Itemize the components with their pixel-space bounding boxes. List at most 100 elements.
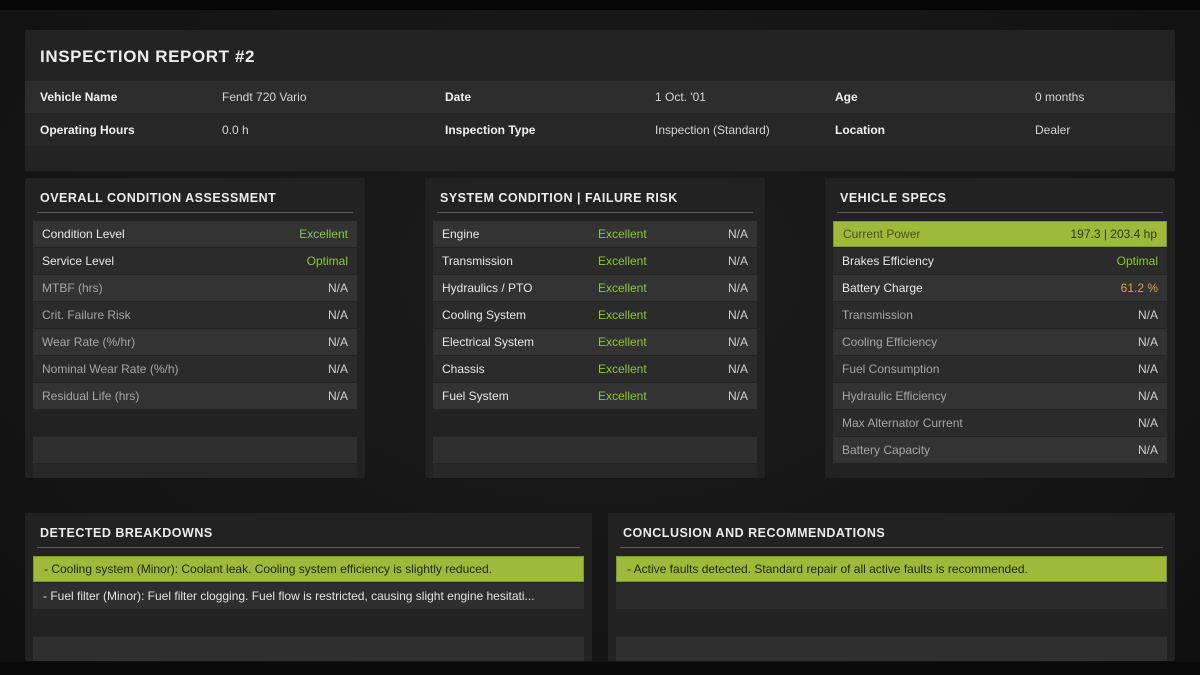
spec-row: Hydraulic Efficiency N/A <box>833 383 1167 409</box>
vehicle-specs-panel: VEHICLE SPECS Current Power 197.3 | 203.… <box>825 178 1175 478</box>
system-row: Cooling System Excellent N/A <box>433 302 757 328</box>
spec-label: Battery Charge <box>842 281 923 295</box>
overall-condition-title: OVERALL CONDITION ASSESSMENT <box>37 191 353 213</box>
location-value: Dealer <box>1035 123 1160 137</box>
system-row: Hydraulics / PTO Excellent N/A <box>433 275 757 301</box>
system-name: Cooling System <box>442 308 598 322</box>
system-row: Transmission Excellent N/A <box>433 248 757 274</box>
vehicle-name-value: Fendt 720 Vario <box>222 90 445 104</box>
inspection-report-page: INSPECTION REPORT #2 Vehicle Name Fendt … <box>0 0 1200 675</box>
system-name: Fuel System <box>442 389 598 403</box>
stat-value: Optimal <box>307 254 348 268</box>
stat-row: Wear Rate (%/hr) N/A <box>33 329 357 355</box>
system-row: Fuel System Excellent N/A <box>433 383 757 409</box>
stat-value: N/A <box>328 281 348 295</box>
system-risk-value: N/A <box>703 281 748 295</box>
date-label: Date <box>445 90 655 104</box>
stat-label: Crit. Failure Risk <box>42 308 131 322</box>
spec-value: N/A <box>1138 443 1158 457</box>
spec-row: Fuel Consumption N/A <box>833 356 1167 382</box>
empty-row <box>33 464 357 478</box>
spec-value: N/A <box>1138 362 1158 376</box>
vehicle-specs-rows: Current Power 197.3 | 203.4 hp Brakes Ef… <box>825 221 1175 463</box>
empty-row <box>616 637 1167 661</box>
age-value: 0 months <box>1035 90 1160 104</box>
system-condition-title: SYSTEM CONDITION | FAILURE RISK <box>437 191 753 213</box>
system-row: Chassis Excellent N/A <box>433 356 757 382</box>
spec-value: N/A <box>1138 416 1158 430</box>
date-value: 1 Oct. '01 <box>655 90 835 104</box>
spec-value: 197.3 | 203.4 hp <box>1070 227 1157 241</box>
overall-condition-rows: Condition Level Excellent Service Level … <box>25 221 365 478</box>
spec-value: N/A <box>1138 335 1158 349</box>
spec-row: Max Alternator Current N/A <box>833 410 1167 436</box>
stat-value: N/A <box>328 335 348 349</box>
location-label: Location <box>835 123 1035 137</box>
spec-label: Hydraulic Efficiency <box>842 389 946 403</box>
stat-label: MTBF (hrs) <box>42 281 103 295</box>
header-row-1: Vehicle Name Fendt 720 Vario Date 1 Oct.… <box>25 81 1175 113</box>
system-condition-value: Excellent <box>598 254 703 268</box>
system-risk-value: N/A <box>703 254 748 268</box>
overall-condition-panel: OVERALL CONDITION ASSESSMENT Condition L… <box>25 178 365 478</box>
report-header-panel: INSPECTION REPORT #2 Vehicle Name Fendt … <box>25 30 1175 171</box>
system-row: Electrical System Excellent N/A <box>433 329 757 355</box>
breakdown-item: - Fuel filter (Minor): Fuel filter clogg… <box>33 583 584 609</box>
header-row-2: Operating Hours 0.0 h Inspection Type In… <box>25 114 1175 146</box>
stat-row: Nominal Wear Rate (%/h) N/A <box>33 356 357 382</box>
system-risk-value: N/A <box>703 308 748 322</box>
bottom-bar <box>0 662 1200 675</box>
system-risk-value: N/A <box>703 362 748 376</box>
empty-row <box>433 437 757 463</box>
system-condition-panel: SYSTEM CONDITION | FAILURE RISK Engine E… <box>425 178 765 478</box>
report-body: OVERALL CONDITION ASSESSMENT Condition L… <box>25 178 1175 478</box>
stat-label: Residual Life (hrs) <box>42 389 139 403</box>
breakdown-item-highlighted: - Cooling system (Minor): Coolant leak. … <box>33 556 584 582</box>
stat-row: MTBF (hrs) N/A <box>33 275 357 301</box>
report-footer: DETECTED BREAKDOWNS - Cooling system (Mi… <box>25 513 1175 661</box>
system-name: Chassis <box>442 362 598 376</box>
inspection-type-label: Inspection Type <box>445 123 655 137</box>
conclusion-item-highlighted: - Active faults detected. Standard repai… <box>616 556 1167 582</box>
system-condition-value: Excellent <box>598 308 703 322</box>
empty-row <box>433 464 757 478</box>
vehicle-name-label: Vehicle Name <box>40 90 222 104</box>
stat-label: Wear Rate (%/hr) <box>42 335 135 349</box>
system-name: Engine <box>442 227 598 241</box>
operating-hours-label: Operating Hours <box>40 123 222 137</box>
system-condition-value: Excellent <box>598 281 703 295</box>
spec-value: 61.2 % <box>1121 281 1158 295</box>
system-risk-value: N/A <box>703 389 748 403</box>
spec-row: Brakes Efficiency Optimal <box>833 248 1167 274</box>
spec-label: Brakes Efficiency <box>842 254 934 268</box>
page-title: INSPECTION REPORT #2 <box>25 30 1175 81</box>
row-spacer <box>33 410 357 436</box>
spec-row: Transmission N/A <box>833 302 1167 328</box>
spec-row: Battery Charge 61.2 % <box>833 275 1167 301</box>
row-spacer <box>433 410 757 436</box>
vehicle-specs-title: VEHICLE SPECS <box>837 191 1163 213</box>
row-spacer <box>616 610 1167 636</box>
conclusion-title: CONCLUSION AND RECOMMENDATIONS <box>620 526 1163 548</box>
system-risk-value: N/A <box>703 335 748 349</box>
system-name: Electrical System <box>442 335 598 349</box>
empty-row <box>33 437 357 463</box>
spec-value: Optimal <box>1117 254 1158 268</box>
system-condition-value: Excellent <box>598 227 703 241</box>
stat-value: N/A <box>328 308 348 322</box>
spec-label: Battery Capacity <box>842 443 930 457</box>
system-condition-value: Excellent <box>598 362 703 376</box>
stat-row: Residual Life (hrs) N/A <box>33 383 357 409</box>
stat-row: Service Level Optimal <box>33 248 357 274</box>
spec-value: N/A <box>1138 308 1158 322</box>
spec-value: N/A <box>1138 389 1158 403</box>
operating-hours-value: 0.0 h <box>222 123 445 137</box>
row-spacer <box>33 610 584 636</box>
spec-label: Fuel Consumption <box>842 362 939 376</box>
empty-row <box>33 637 584 661</box>
inspection-type-value: Inspection (Standard) <box>655 123 835 137</box>
conclusion-rows: - Active faults detected. Standard repai… <box>608 556 1175 661</box>
spec-label: Max Alternator Current <box>842 416 963 430</box>
age-label: Age <box>835 90 1035 104</box>
system-condition-value: Excellent <box>598 335 703 349</box>
